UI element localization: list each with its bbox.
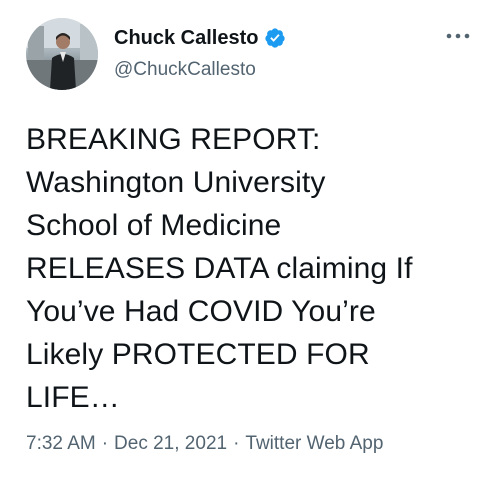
avatar-photo (26, 18, 98, 90)
author-display-name[interactable]: Chuck Callesto (114, 26, 258, 50)
tweet-meta: 7:32 AM · Dec 21, 2021 · Twitter Web App (26, 432, 383, 456)
tweet-time[interactable]: 7:32 AM (26, 433, 96, 454)
author-name-row: Chuck Callesto (114, 26, 286, 50)
meta-separator: · (101, 433, 109, 454)
more-options-icon (446, 33, 470, 39)
tweet-text: BREAKING REPORT: Washington University S… (26, 123, 413, 414)
avatar[interactable] (26, 18, 98, 90)
author-handle[interactable]: @ChuckCallesto (114, 58, 256, 82)
meta-separator: · (233, 433, 240, 454)
tweet-date[interactable]: Dec 21, 2021 (114, 433, 227, 454)
verified-badge-icon (265, 28, 286, 48)
more-options-button[interactable] (442, 24, 474, 48)
tweet-source-link[interactable]: Twitter Web App (245, 433, 383, 454)
